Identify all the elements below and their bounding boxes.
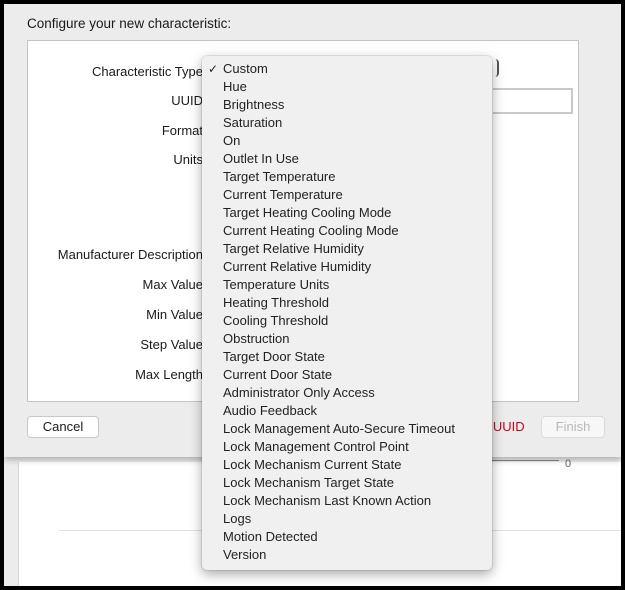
menu-item-lock-mechanism-target-state[interactable]: Lock Mechanism Target State: [202, 474, 492, 492]
menu-item-label: Audio Feedback: [223, 403, 317, 418]
menu-item-label: On: [223, 133, 241, 148]
menu-item-label: Cooling Threshold: [223, 313, 329, 328]
menu-item-label: Lock Mechanism Last Known Action: [223, 493, 432, 508]
sheet-title: Configure your new characteristic:: [27, 16, 232, 31]
menu-item-lock-mechanism-last-known-action[interactable]: Lock Mechanism Last Known Action: [202, 492, 492, 510]
characteristic-type-menu: ✓ Custom Hue Brightness Saturation On Outlet I…: [202, 56, 492, 570]
menu-item-lock-management-control-point[interactable]: Lock Management Control Point: [202, 438, 492, 456]
menu-item-motion-detected[interactable]: Motion Detected: [202, 528, 492, 546]
menu-item-label: Motion Detected: [223, 529, 318, 544]
menu-item-temperature-units[interactable]: Temperature Units: [202, 276, 492, 294]
menu-item-current-temperature[interactable]: Current Temperature: [202, 186, 492, 204]
menu-item-label: Logs: [223, 511, 252, 526]
checkmark-icon: ✓: [208, 62, 219, 76]
menu-item-label: Obstruction: [223, 331, 290, 346]
menu-item-label: Hue: [223, 79, 247, 94]
menu-item-label: Current Heating Cooling Mode: [223, 223, 399, 238]
menu-item-label: Target Relative Humidity: [223, 241, 364, 256]
menu-item-logs[interactable]: Logs: [202, 510, 492, 528]
menu-item-label: Outlet In Use: [223, 151, 299, 166]
label-units: Units: [173, 152, 203, 167]
menu-item-label: Current Relative Humidity: [223, 259, 372, 274]
menu-item-target-heating-cooling-mode[interactable]: Target Heating Cooling Mode: [202, 204, 492, 222]
menu-item-label: Lock Mechanism Target State: [223, 475, 395, 490]
menu-item-current-relative-humidity[interactable]: Current Relative Humidity: [202, 258, 492, 276]
menu-item-label: Custom: [223, 61, 268, 76]
label-characteristic-type: Characteristic Type: [91, 64, 203, 79]
menu-item-saturation[interactable]: Saturation: [202, 114, 492, 132]
menu-item-label: Version: [223, 547, 267, 562]
menu-item-label: Lock Management Auto-Secure Timeout: [223, 421, 455, 436]
characteristic-type-popup[interactable]: [493, 59, 499, 77]
menu-item-target-relative-humidity[interactable]: Target Relative Humidity: [202, 240, 492, 258]
menu-item-audio-feedback[interactable]: Audio Feedback: [202, 402, 492, 420]
menu-item-heating-threshold[interactable]: Heating Threshold: [202, 294, 492, 312]
menu-item-label: Lock Mechanism Current State: [223, 457, 402, 472]
menu-item-label: Brightness: [223, 97, 285, 112]
label-step-value: Step Value: [140, 337, 203, 352]
menu-item-target-door-state[interactable]: Target Door State: [202, 348, 492, 366]
label-format: Format: [161, 123, 203, 138]
menu-item-current-heating-cooling-mode[interactable]: Current Heating Cooling Mode: [202, 222, 492, 240]
menu-item-lock-mechanism-current-state[interactable]: Lock Mechanism Current State: [202, 456, 492, 474]
menu-item-label: Target Temperature: [223, 169, 336, 184]
menu-item-current-door-state[interactable]: Current Door State: [202, 366, 492, 384]
label-max-value: Max Value: [142, 277, 203, 292]
menu-item-administrator-only-access[interactable]: Administrator Only Access: [202, 384, 492, 402]
menu-item-version[interactable]: Version: [202, 546, 492, 564]
menu-item-target-temperature[interactable]: Target Temperature: [202, 168, 492, 186]
menu-item-label: Temperature Units: [223, 277, 330, 292]
menu-item-label: Current Door State: [223, 367, 333, 382]
menu-item-outlet-in-use[interactable]: Outlet In Use: [202, 150, 492, 168]
menu-item-custom[interactable]: ✓ Custom: [202, 60, 492, 78]
menu-item-hue[interactable]: Hue: [202, 78, 492, 96]
window: 0 Configure your new characteristic: Cha…: [4, 4, 621, 586]
menu-item-label: Lock Management Control Point: [223, 439, 409, 454]
label-min-value: Min Value: [146, 307, 203, 322]
finish-button[interactable]: Finish: [541, 416, 605, 438]
menu-item-lock-management-auto-secure-timeout[interactable]: Lock Management Auto-Secure Timeout: [202, 420, 492, 438]
background-value-label: 0: [565, 458, 572, 470]
menu-item-label: Saturation: [223, 115, 283, 130]
menu-item-cooling-threshold[interactable]: Cooling Threshold: [202, 312, 492, 330]
menu-item-brightness[interactable]: Brightness: [202, 96, 492, 114]
menu-item-label: Target Door State: [223, 349, 325, 364]
cancel-button[interactable]: Cancel: [27, 416, 99, 438]
label-manufacturer-description: Manufacturer Description: [57, 247, 203, 262]
menu-item-label: Current Temperature: [223, 187, 343, 202]
menu-item-label: Heating Threshold: [223, 295, 329, 310]
menu-item-obstruction[interactable]: Obstruction: [202, 330, 492, 348]
menu-item-label: Target Heating Cooling Mode: [223, 205, 392, 220]
menu-item-on[interactable]: On: [202, 132, 492, 150]
label-max-length: Max Length: [135, 367, 203, 382]
uuid-input[interactable]: [493, 88, 573, 114]
menu-item-label: Administrator Only Access: [223, 385, 375, 400]
label-uuid: UUID: [171, 93, 203, 108]
